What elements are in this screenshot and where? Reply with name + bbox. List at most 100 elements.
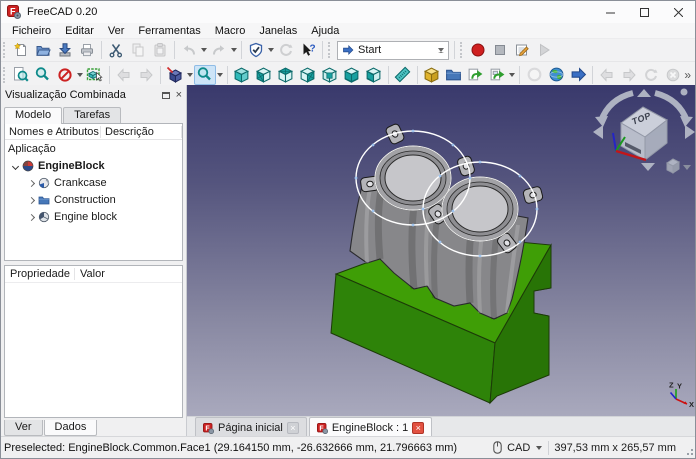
print-button[interactable]: [76, 40, 98, 60]
tab-engineblock-document[interactable]: F EngineBlock : 1 ×: [308, 417, 433, 438]
macro-edit-button[interactable]: [511, 40, 533, 60]
menu-ficheiro[interactable]: Ficheiro: [5, 23, 58, 39]
macro-stop-button[interactable]: [489, 40, 511, 60]
menu-ajuda[interactable]: Ajuda: [304, 23, 346, 39]
view-rear-button[interactable]: [319, 65, 341, 85]
nav-menu-caret-icon[interactable]: [683, 165, 691, 170]
close-button[interactable]: [661, 1, 695, 23]
validate-dropdown-caret[interactable]: [268, 48, 274, 52]
browser-refresh-button[interactable]: [640, 65, 662, 85]
refresh-button[interactable]: [275, 40, 297, 60]
undo-dropdown-caret[interactable]: [201, 48, 207, 52]
tab-start-page[interactable]: F Página inicial ×: [195, 417, 307, 438]
view-isometric-button[interactable]: [164, 65, 186, 85]
make-link-button[interactable]: [464, 65, 486, 85]
save-button[interactable]: [54, 40, 76, 60]
tab-tarefas[interactable]: Tarefas: [63, 107, 122, 123]
tilt-up-arrow-icon[interactable]: [637, 89, 651, 97]
fit-all-button[interactable]: [10, 65, 32, 85]
macro-record-button[interactable]: [467, 40, 489, 60]
browser-stop-button[interactable]: [662, 65, 684, 85]
open-file-button[interactable]: [32, 40, 54, 60]
macro-play-button[interactable]: [533, 40, 555, 60]
view-isometric-dropdown-caret[interactable]: [186, 72, 193, 77]
create-group-button[interactable]: [442, 65, 464, 85]
expander-down-icon[interactable]: [11, 162, 19, 170]
browser-back-button[interactable]: [596, 65, 618, 85]
zoom-dropdown-caret[interactable]: [216, 72, 223, 77]
nav-mini-cube[interactable]: [666, 158, 691, 174]
menu-ferramentas[interactable]: Ferramentas: [131, 23, 207, 39]
property-header[interactable]: Propriedade Valor: [5, 266, 182, 283]
tree-item-engine-block[interactable]: Engine block: [5, 208, 182, 225]
tab-modelo[interactable]: Modelo: [4, 107, 63, 124]
new-file-button[interactable]: [10, 40, 32, 60]
web-stop-button[interactable]: [523, 65, 545, 85]
view-right-button[interactable]: [297, 65, 319, 85]
toolbar-handle[interactable]: [3, 42, 7, 58]
expander-right-icon[interactable]: [27, 213, 35, 221]
menu-janelas[interactable]: Janelas: [252, 23, 304, 39]
copy-button[interactable]: [127, 40, 149, 60]
make-link-dropdown-caret[interactable]: [509, 72, 516, 77]
navigation-cube[interactable]: TOP: [593, 88, 695, 174]
menu-editar[interactable]: Editar: [58, 23, 101, 39]
pan-left-arrow-icon[interactable]: [593, 125, 603, 139]
rotate-left-arrow-icon[interactable]: [595, 116, 608, 127]
validate-button[interactable]: [245, 40, 267, 60]
whats-this-button[interactable]: ?: [297, 40, 319, 60]
pan-right-arrow-icon[interactable]: [685, 125, 695, 139]
create-part-button[interactable]: [420, 65, 442, 85]
make-sub-link-button[interactable]: [486, 65, 508, 85]
paste-button[interactable]: [149, 40, 171, 60]
menu-ver[interactable]: Ver: [101, 23, 132, 39]
nav-dot-icon[interactable]: [680, 88, 688, 96]
tab-dados[interactable]: Dados: [43, 420, 98, 436]
nav-style-caret[interactable]: [536, 445, 543, 450]
browser-forward-button[interactable]: [618, 65, 640, 85]
3d-viewport[interactable]: TOP Z Y X: [187, 85, 695, 416]
nav-forward-button[interactable]: [135, 65, 157, 85]
tree-document-row[interactable]: EngineBlock: [5, 157, 182, 174]
cut-button[interactable]: [105, 40, 127, 60]
measure-button[interactable]: [392, 65, 414, 85]
web-open-button[interactable]: [567, 65, 589, 85]
rotate-right-arrow-icon[interactable]: [680, 116, 693, 127]
nav-back-button[interactable]: [113, 65, 135, 85]
tree-item-construction[interactable]: Construction: [5, 191, 182, 208]
view-front-button[interactable]: [253, 65, 275, 85]
view-bottom-button[interactable]: [341, 65, 363, 85]
tilt-down-arrow-icon[interactable]: [641, 163, 655, 171]
nav-cube-body[interactable]: TOP: [620, 106, 668, 162]
redo-button[interactable]: [208, 40, 230, 60]
zoom-tool-button[interactable]: [193, 64, 216, 85]
draw-style-dropdown-caret[interactable]: [76, 72, 83, 77]
view-axonometric-button[interactable]: [231, 65, 253, 85]
float-panel-icon[interactable]: [161, 91, 170, 99]
fit-selection-button[interactable]: [32, 65, 54, 85]
tree-root-row[interactable]: Aplicação: [5, 140, 182, 157]
redo-dropdown-caret[interactable]: [231, 48, 237, 52]
expander-right-icon[interactable]: [27, 179, 35, 187]
close-tab-icon[interactable]: ×: [412, 422, 425, 434]
close-panel-icon[interactable]: ×: [176, 90, 182, 101]
workbench-selector[interactable]: Start: [337, 40, 449, 60]
menu-macro[interactable]: Macro: [208, 23, 253, 39]
draw-style-button[interactable]: [54, 65, 76, 85]
close-tab-icon[interactable]: ×: [286, 422, 299, 434]
expander-right-icon[interactable]: [27, 196, 35, 204]
nav-style-selector[interactable]: CAD: [507, 442, 530, 454]
web-browser-button[interactable]: [545, 65, 567, 85]
tree-header[interactable]: Nomes e Atributos Descrição: [5, 124, 182, 140]
box-selection-button[interactable]: [84, 65, 106, 85]
undo-button[interactable]: [178, 40, 200, 60]
minimize-button[interactable]: [593, 1, 627, 23]
maximize-button[interactable]: [627, 1, 661, 23]
resize-grip[interactable]: [685, 447, 694, 456]
view-left-button[interactable]: [363, 65, 385, 85]
tab-ver[interactable]: Ver: [4, 420, 43, 436]
toolbar-handle[interactable]: [3, 66, 7, 83]
toolbar-handle[interactable]: [328, 42, 332, 58]
view-top-button[interactable]: [275, 65, 297, 85]
tree-item-crankcase[interactable]: Crankcase: [5, 174, 182, 191]
